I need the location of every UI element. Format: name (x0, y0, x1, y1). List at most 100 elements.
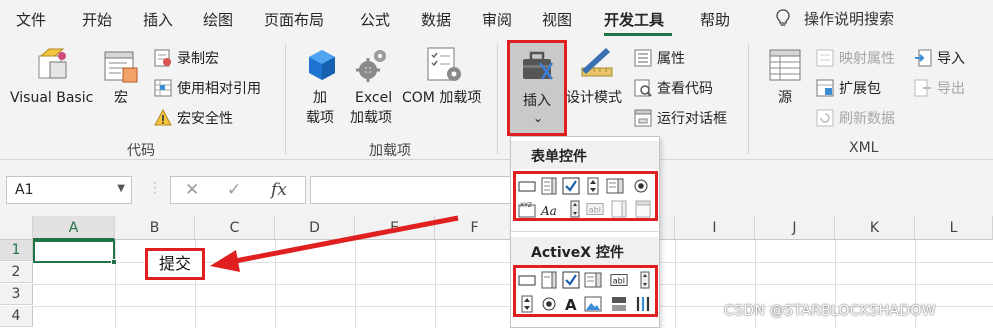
xml-source-button[interactable]: 源 (778, 88, 792, 108)
row-header-2[interactable]: 2 (0, 262, 33, 283)
refresh-data-button[interactable]: 刷新数据 (816, 108, 895, 128)
addins-icon[interactable] (306, 48, 338, 88)
activex-list-box-icon[interactable] (584, 271, 602, 289)
more-controls-icon[interactable] (634, 295, 652, 313)
tell-me-search[interactable]: 操作说明搜索 (776, 8, 894, 29)
column-header-b[interactable]: B (115, 216, 195, 240)
group-box-icon[interactable]: XYZ (518, 200, 536, 218)
scroll-bar-icon[interactable] (566, 200, 584, 218)
activex-option-button-icon[interactable] (540, 295, 558, 313)
addins-button-line1[interactable]: 加 (313, 88, 327, 108)
active-cell-a1[interactable] (33, 240, 117, 265)
activex-checkbox-icon[interactable] (562, 271, 580, 289)
column-header-j[interactable]: J (755, 216, 835, 240)
view-code-button[interactable]: 查看代码 (634, 78, 713, 98)
insert-function-icon[interactable]: fx (271, 180, 287, 200)
column-header-e[interactable]: E (355, 216, 435, 240)
activex-scroll-bar-icon[interactable] (636, 271, 654, 289)
submit-form-button[interactable]: 提交 (145, 248, 205, 280)
cancel-icon[interactable]: ✕ (185, 180, 199, 200)
expansion-packs-button[interactable]: 扩展包 (816, 78, 881, 98)
addins-button-line2[interactable]: 载项 (306, 108, 334, 128)
tab-home[interactable]: 开始 (82, 9, 112, 30)
svg-text:abl: abl (589, 205, 601, 215)
label-control-icon[interactable]: Aa (540, 200, 558, 218)
xml-source-icon[interactable] (768, 48, 802, 86)
combo-list-edit-icon[interactable] (610, 200, 628, 218)
expansion-packs-icon (816, 79, 834, 97)
design-mode-button[interactable]: 设计模式 (566, 88, 622, 108)
tab-data[interactable]: 数据 (421, 9, 451, 30)
activex-controls-group: abl A (513, 265, 658, 317)
macros-button[interactable]: 宏 (114, 88, 128, 108)
fill-handle[interactable] (111, 259, 117, 265)
select-all-corner[interactable] (0, 216, 33, 240)
formula-input[interactable] (310, 176, 510, 204)
column-header-c[interactable]: C (195, 216, 275, 240)
text-field-icon[interactable]: abl (586, 200, 604, 218)
xml-export-button[interactable]: 导出 (914, 78, 965, 98)
tab-formulas[interactable]: 公式 (360, 9, 390, 30)
group-separator (497, 44, 498, 154)
activex-label-icon[interactable]: A (562, 295, 580, 313)
excel-addins-line1[interactable]: Excel (355, 88, 392, 108)
com-addins-icon[interactable] (426, 46, 464, 88)
column-header-i[interactable]: I (675, 216, 755, 240)
column-header-d[interactable]: D (275, 216, 355, 240)
tab-help[interactable]: 帮助 (700, 9, 730, 30)
relative-references-icon (154, 79, 172, 97)
design-mode-icon[interactable] (578, 46, 614, 86)
insert-controls-button[interactable]: 插入 ⌄ (507, 40, 567, 136)
enter-icon[interactable]: ✓ (227, 180, 241, 200)
spin-button-icon[interactable] (584, 177, 602, 195)
name-box-dropdown-icon[interactable]: ▼ (117, 183, 125, 194)
run-dialog-button[interactable]: 运行对话框 (634, 108, 727, 128)
record-macro-button[interactable]: 录制宏 (154, 48, 219, 68)
visual-basic-button[interactable]: Visual Basic (10, 88, 93, 108)
properties-button[interactable]: 属性 (634, 48, 685, 68)
toolbox-icon (523, 51, 554, 80)
tab-developer[interactable]: 开发工具 (604, 9, 664, 30)
column-header-a[interactable]: A (33, 216, 115, 240)
activex-image-icon[interactable] (584, 295, 602, 313)
excel-addins-line2[interactable]: 加载项 (350, 108, 392, 128)
com-addins-button[interactable]: COM 加载项 (402, 88, 481, 108)
visual-basic-icon[interactable] (36, 48, 70, 88)
button-control-icon[interactable] (518, 177, 536, 195)
name-box[interactable]: A1 ▼ (6, 176, 132, 204)
option-button-icon[interactable] (632, 177, 650, 195)
macros-icon[interactable] (103, 50, 139, 88)
tab-page-layout[interactable]: 页面布局 (264, 9, 324, 30)
activex-toggle-button-icon[interactable] (610, 295, 628, 313)
active-tab-indicator (604, 33, 672, 36)
column-header-f[interactable]: F (435, 216, 515, 240)
combo-box-icon[interactable] (540, 177, 558, 195)
activex-spin-button-icon[interactable] (518, 295, 536, 313)
activex-text-box-icon[interactable]: abl (610, 271, 628, 289)
row-header-3[interactable]: 3 (0, 284, 33, 305)
record-macro-icon (154, 49, 171, 67)
macro-security-button[interactable]: 宏安全性 (154, 108, 233, 128)
import-icon (915, 49, 932, 67)
column-header-k[interactable]: K (835, 216, 915, 240)
row-header-4[interactable]: 4 (0, 306, 33, 327)
tab-view[interactable]: 视图 (542, 9, 572, 30)
tab-draw[interactable]: 绘图 (203, 9, 233, 30)
map-properties-icon (816, 49, 834, 67)
combo-dropdown-edit-icon[interactable] (634, 200, 652, 218)
checkbox-control-icon[interactable] (562, 177, 580, 195)
tab-insert[interactable]: 插入 (143, 9, 173, 30)
relative-references-button[interactable]: 使用相对引用 (154, 78, 261, 98)
properties-icon (634, 49, 652, 67)
tab-file[interactable]: 文件 (16, 9, 46, 30)
activex-combo-box-icon[interactable] (540, 271, 558, 289)
list-box-icon[interactable] (606, 177, 624, 195)
svg-text:XYZ: XYZ (520, 202, 532, 209)
xml-import-button[interactable]: 导入 (914, 48, 965, 68)
tab-review[interactable]: 审阅 (482, 9, 512, 30)
column-header-l[interactable]: L (915, 216, 993, 240)
map-properties-button[interactable]: 映射属性 (816, 48, 895, 68)
activex-button-icon[interactable] (518, 271, 536, 289)
row-header-1[interactable]: 1 (0, 240, 33, 261)
excel-addins-icon[interactable] (356, 46, 388, 88)
